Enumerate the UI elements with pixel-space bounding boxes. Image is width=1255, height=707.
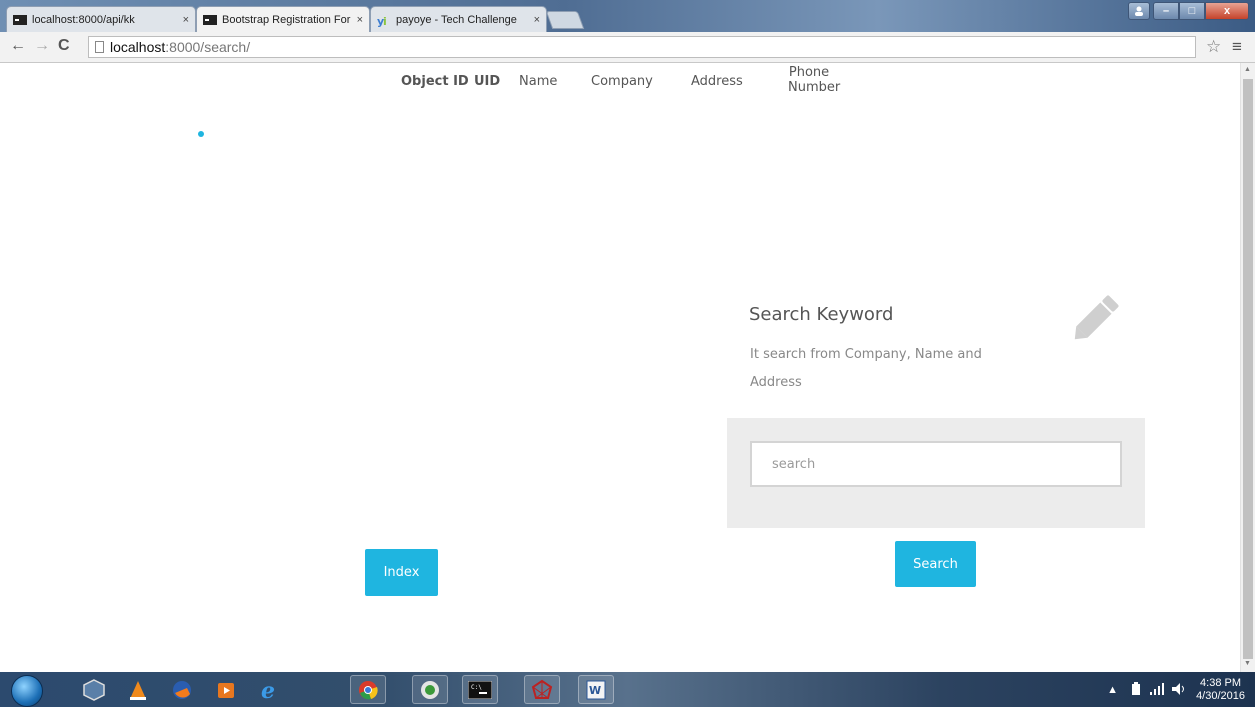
header-object-id: Object ID <box>401 74 469 89</box>
terminal-favicon-icon <box>203 14 217 25</box>
windows-taskbar: e C:\ W ▲ 4:38 PM 4/30/2016 <box>0 672 1255 707</box>
virtualbox-icon[interactable] <box>76 675 112 704</box>
svg-text:C:\: C:\ <box>471 684 482 691</box>
battery-icon[interactable] <box>1130 681 1142 699</box>
bookmark-star-icon[interactable]: ☆ <box>1206 37 1221 57</box>
tab-api-kk[interactable]: localhost:8000/api/kk × <box>6 6 196 32</box>
firefox-icon[interactable] <box>164 675 200 704</box>
tab-bootstrap-registration[interactable]: Bootstrap Registration For × <box>196 6 370 32</box>
yii-favicon-icon: yi <box>377 15 391 28</box>
window-controls: – □ x <box>1128 2 1249 20</box>
url-path: :8000/search/ <box>165 39 251 55</box>
user-profile-icon[interactable] <box>1128 2 1150 20</box>
page-icon <box>95 41 104 53</box>
clock-time: 4:38 PM <box>1200 677 1242 689</box>
back-arrow-icon[interactable]: ← <box>10 37 26 55</box>
list-bullet <box>198 131 204 137</box>
browser-toolbar: ← → C localhost:8000/search/ ☆ ≡ <box>0 32 1255 63</box>
chrome-icon[interactable] <box>350 675 386 704</box>
tab-close-icon[interactable]: × <box>357 14 363 26</box>
signal-icon[interactable] <box>1150 682 1165 698</box>
header-phone-line2: Number <box>788 80 841 95</box>
header-name: Name <box>519 74 558 89</box>
page-content: Object ID UID Name Company Address Phone… <box>0 63 1240 672</box>
tab-title: payoye - Tech Challenge <box>396 13 517 26</box>
index-button[interactable]: Index <box>365 549 438 596</box>
command-prompt-icon[interactable]: C:\ <box>462 675 498 704</box>
forward-arrow-icon[interactable]: → <box>34 37 50 55</box>
pencil-icon <box>1074 295 1119 340</box>
search-input[interactable] <box>750 441 1122 487</box>
reload-icon[interactable]: C <box>58 37 70 55</box>
window-titlebar: localhost:8000/api/kk × Bootstrap Regist… <box>0 0 1255 32</box>
clock-date: 4/30/2016 <box>1196 690 1245 702</box>
header-company: Company <box>591 74 653 89</box>
terminal-favicon-icon <box>13 14 27 25</box>
scroll-up-icon[interactable]: ▲ <box>1244 66 1251 73</box>
search-card-description: It search from Company, Name and Address <box>750 347 982 390</box>
internet-explorer-icon[interactable]: e <box>252 675 288 704</box>
chrome-menu-icon[interactable]: ≡ <box>1232 37 1242 57</box>
search-button[interactable]: Search <box>895 541 976 587</box>
tab-close-icon[interactable]: × <box>534 14 540 26</box>
url-host: localhost <box>110 39 166 55</box>
system-tray: ▲ 4:38 PM 4/30/2016 <box>1107 676 1245 704</box>
svg-text:e: e <box>261 679 275 701</box>
tab-payoye[interactable]: yi payoye - Tech Challenge × <box>370 6 547 32</box>
header-phone-number: Phone Number <box>788 65 840 95</box>
recycle-app-icon[interactable] <box>412 675 448 704</box>
word-icon[interactable]: W <box>578 675 614 704</box>
svg-text:W: W <box>589 684 601 697</box>
address-bar[interactable]: localhost:8000/search/ <box>88 36 1196 58</box>
search-card-title: Search Keyword <box>749 304 894 325</box>
close-window-button[interactable]: x <box>1205 2 1249 20</box>
taskbar-clock[interactable]: 4:38 PM 4/30/2016 <box>1196 677 1245 703</box>
tab-title: localhost:8000/api/kk <box>32 13 135 26</box>
tab-close-icon[interactable]: × <box>183 14 189 26</box>
scrollbar-thumb[interactable] <box>1243 79 1253 659</box>
tray-expand-icon[interactable]: ▲ <box>1107 684 1118 696</box>
start-button[interactable] <box>11 675 43 707</box>
network-tool-icon[interactable] <box>524 675 560 704</box>
minimize-button[interactable]: – <box>1153 2 1179 20</box>
tab-title: Bootstrap Registration For <box>222 13 351 26</box>
new-tab-button[interactable] <box>545 11 585 29</box>
vertical-scrollbar[interactable]: ▲ ▼ <box>1240 63 1255 672</box>
svg-text:i: i <box>383 15 387 27</box>
scroll-down-icon[interactable]: ▼ <box>1244 660 1251 667</box>
header-uid: UID <box>474 74 501 89</box>
search-panel <box>727 418 1145 528</box>
header-phone-line1: Phone <box>788 65 830 80</box>
header-address: Address <box>691 74 743 89</box>
maximize-button[interactable]: □ <box>1179 2 1205 20</box>
volume-icon[interactable] <box>1172 682 1186 698</box>
vlc-icon[interactable] <box>120 675 156 704</box>
media-player-icon[interactable] <box>208 675 244 704</box>
